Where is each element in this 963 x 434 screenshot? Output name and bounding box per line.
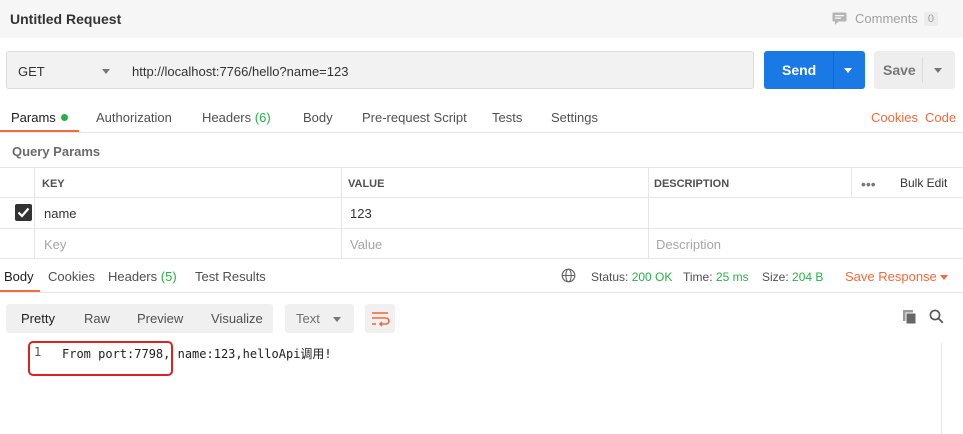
view-visualize[interactable]: Visualize <box>211 311 263 326</box>
save-options-chevron-icon[interactable] <box>934 68 942 73</box>
copy-icon[interactable] <box>902 309 918 325</box>
comments-label: Comments <box>855 11 918 26</box>
new-description-input[interactable]: Description <box>656 237 721 252</box>
size-value: 204 B <box>792 270 824 284</box>
comment-icon <box>832 12 847 25</box>
save-response-chevron-icon[interactable] <box>940 275 948 280</box>
bulk-edit-link[interactable]: Bulk Edit <box>900 176 947 190</box>
method-label: GET <box>18 64 45 79</box>
chevron-down-icon <box>333 317 341 322</box>
highlight-annotation <box>28 341 173 376</box>
save-response-label: Save Response <box>845 269 937 284</box>
request-title[interactable]: Untitled Request <box>10 11 121 27</box>
search-icon[interactable] <box>929 309 944 324</box>
response-status: Status: 200 OK <box>591 270 672 284</box>
table-border-row2 <box>0 228 963 229</box>
time-label: Time: <box>683 270 713 284</box>
table-col-divider <box>34 167 35 259</box>
checkmark-icon <box>17 207 30 218</box>
table-col-divider <box>648 167 649 259</box>
tab-prerequest-script[interactable]: Pre-request Script <box>362 110 467 125</box>
comments-button[interactable]: Comments 0 <box>832 11 938 26</box>
save-response-button[interactable]: Save Response <box>845 269 937 284</box>
wrap-lines-button[interactable] <box>365 304 395 333</box>
column-header-key: KEY <box>42 178 65 190</box>
response-size: Size: 204 B <box>762 270 823 284</box>
send-divider <box>833 51 834 89</box>
url-input[interactable]: http://localhost:7766/hello?name=123 <box>121 51 754 89</box>
chevron-down-icon <box>102 69 110 74</box>
table-border-row1 <box>0 197 963 198</box>
tab-headers-label: Headers <box>202 110 252 125</box>
param-key[interactable]: name <box>44 206 77 221</box>
url-text: http://localhost:7766/hello?name=123 <box>132 64 349 79</box>
size-label: Size: <box>762 270 789 284</box>
title-bar: Untitled Request Comments 0 <box>0 0 963 38</box>
response-tabs-divider <box>0 292 963 293</box>
table-border-top <box>0 167 963 168</box>
save-label: Save <box>883 62 916 78</box>
send-label: Send <box>782 62 817 78</box>
response-tab-cookies[interactable]: Cookies <box>48 269 95 284</box>
status-value: 200 OK <box>631 270 673 284</box>
column-header-description: DESCRIPTION <box>654 178 730 190</box>
format-label: Text <box>296 311 320 326</box>
wrap-lines-icon <box>372 312 390 327</box>
tab-tests[interactable]: Tests <box>492 110 522 125</box>
new-value-input[interactable]: Value <box>350 237 382 252</box>
more-options-icon[interactable]: ••• <box>861 176 876 192</box>
time-value: 25 ms <box>715 270 749 284</box>
response-tab-test-results[interactable]: Test Results <box>195 269 266 284</box>
save-button[interactable]: Save <box>874 51 955 89</box>
tab-headers[interactable]: Headers (6) <box>202 110 271 125</box>
view-mode-tabs: Pretty Raw Preview Visualize <box>6 304 273 333</box>
tab-authorization[interactable]: Authorization <box>96 110 172 125</box>
tab-settings[interactable]: Settings <box>551 110 598 125</box>
response-tab-headers[interactable]: Headers (5) <box>108 269 177 284</box>
tab-body[interactable]: Body <box>303 110 333 125</box>
new-key-input[interactable]: Key <box>44 237 66 252</box>
globe-icon[interactable] <box>561 268 576 283</box>
save-divider <box>922 57 923 83</box>
column-header-value: VALUE <box>348 178 385 190</box>
format-select[interactable]: Text <box>285 304 354 333</box>
table-border-bottom <box>0 258 963 259</box>
comments-count-badge: 0 <box>923 11 938 26</box>
send-button[interactable]: Send <box>764 51 865 89</box>
cookies-link[interactable]: Cookies <box>871 110 918 125</box>
view-raw[interactable]: Raw <box>84 311 110 326</box>
response-tab-headers-count: (5) <box>160 269 177 284</box>
response-tab-body[interactable]: Body <box>4 269 34 284</box>
response-tab-headers-label: Headers <box>108 269 158 284</box>
tab-params-label: Params <box>11 110 56 125</box>
tab-headers-count: (6) <box>254 110 271 125</box>
param-checkbox[interactable] <box>15 204 32 221</box>
view-preview[interactable]: Preview <box>137 311 183 326</box>
table-col-divider <box>341 167 342 259</box>
tab-params[interactable]: Params <box>11 110 68 125</box>
scrollbar-track[interactable] <box>941 343 942 434</box>
request-tabs-divider <box>0 132 963 133</box>
send-options-chevron-icon[interactable] <box>844 68 852 73</box>
code-link[interactable]: Code <box>925 110 956 125</box>
response-time: Time: 25 ms <box>683 270 749 284</box>
query-params-table: KEY VALUE DESCRIPTION ••• Bulk Edit name… <box>0 167 963 259</box>
view-pretty[interactable]: Pretty <box>21 311 55 326</box>
params-indicator-dot <box>60 114 68 121</box>
query-params-title: Query Params <box>12 144 101 159</box>
table-col-divider <box>851 167 852 197</box>
param-value[interactable]: 123 <box>350 206 372 221</box>
method-select[interactable]: GET <box>6 51 122 89</box>
status-label: Status: <box>591 270 629 284</box>
